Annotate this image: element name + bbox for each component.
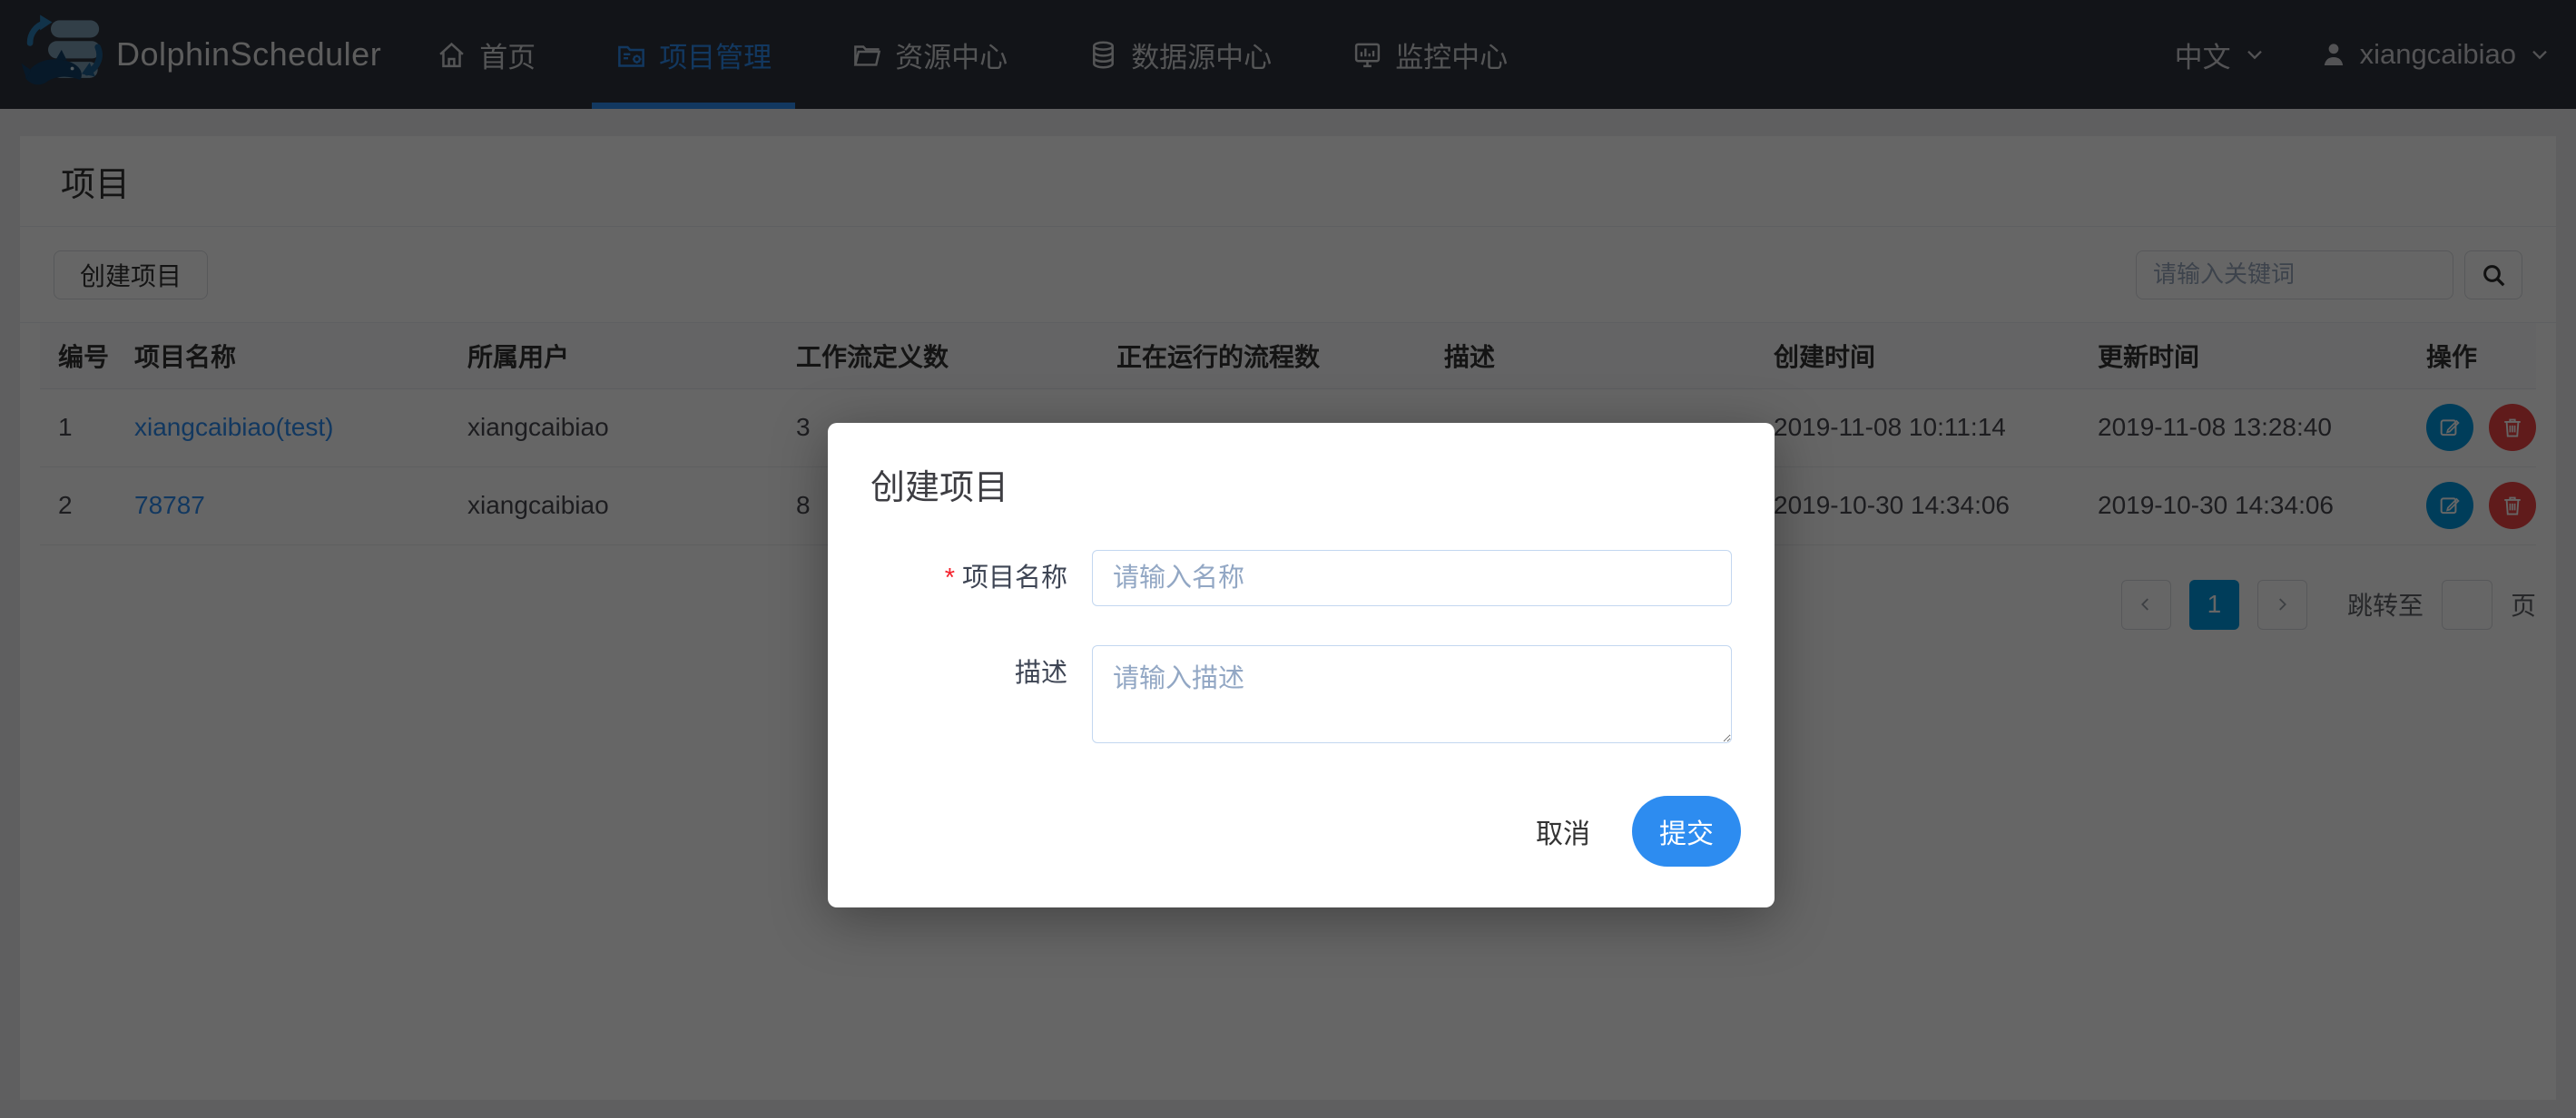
description-textarea[interactable] (1092, 645, 1732, 743)
project-name-row: *项目名称 (828, 550, 1775, 606)
project-name-label: *项目名称 (828, 550, 1067, 606)
app-screen: DolphinScheduler 首页 项目管理 资源中心 数据源中心 监控中心 (0, 0, 2576, 1118)
modal-title: 创建项目 (870, 468, 1775, 509)
required-mark: * (945, 564, 955, 593)
cancel-button[interactable]: 取消 (1536, 811, 1590, 851)
submit-button[interactable]: 提交 (1632, 796, 1741, 867)
project-name-input[interactable] (1092, 550, 1732, 606)
description-label: 描述 (828, 645, 1067, 701)
modal-footer: 取消 提交 (828, 796, 1775, 867)
description-row: 描述 (828, 645, 1775, 743)
create-project-modal: 创建项目 *项目名称 描述 取消 提交 (828, 423, 1775, 907)
